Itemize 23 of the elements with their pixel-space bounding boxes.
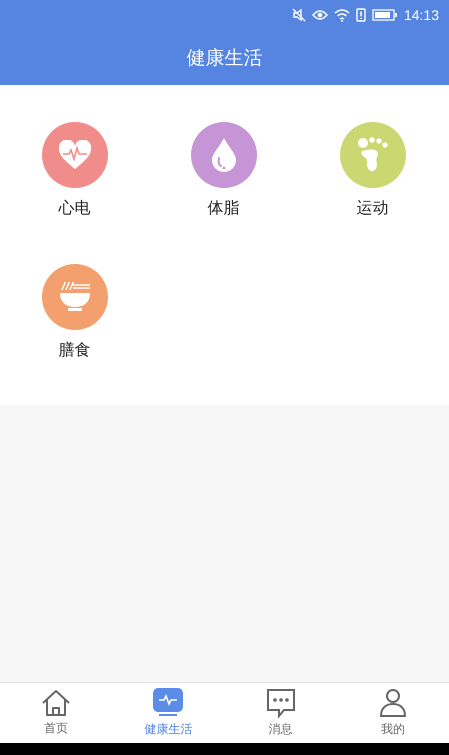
feature-label: 心电	[58, 198, 90, 219]
battery-icon	[372, 9, 398, 21]
tab-button[interactable]: 健康生活	[112, 683, 224, 743]
feature-label: 体脂	[208, 198, 240, 219]
sim-alert-icon	[356, 8, 366, 22]
wifi-icon	[334, 8, 350, 22]
heart-icon	[58, 140, 92, 170]
message-icon	[266, 688, 296, 718]
mute-icon	[292, 8, 306, 22]
footprint-icon	[356, 137, 388, 173]
drop-icon	[210, 137, 236, 173]
noodle-bowl-icon	[58, 280, 90, 314]
status-time: 14:13	[404, 7, 439, 23]
heartbeat-monitor-icon	[153, 688, 184, 718]
tab-button[interactable]: 我的	[336, 683, 449, 743]
feature-label: 运动	[356, 198, 388, 219]
tab-button[interactable]: 消息	[224, 683, 337, 743]
profile-icon	[378, 688, 408, 718]
feature-label: 膳食	[58, 340, 90, 360]
page-title: 健康生活	[186, 46, 262, 70]
home-icon	[41, 689, 72, 717]
tab-button[interactable]: 首页	[0, 683, 112, 743]
eye-icon	[312, 9, 328, 21]
